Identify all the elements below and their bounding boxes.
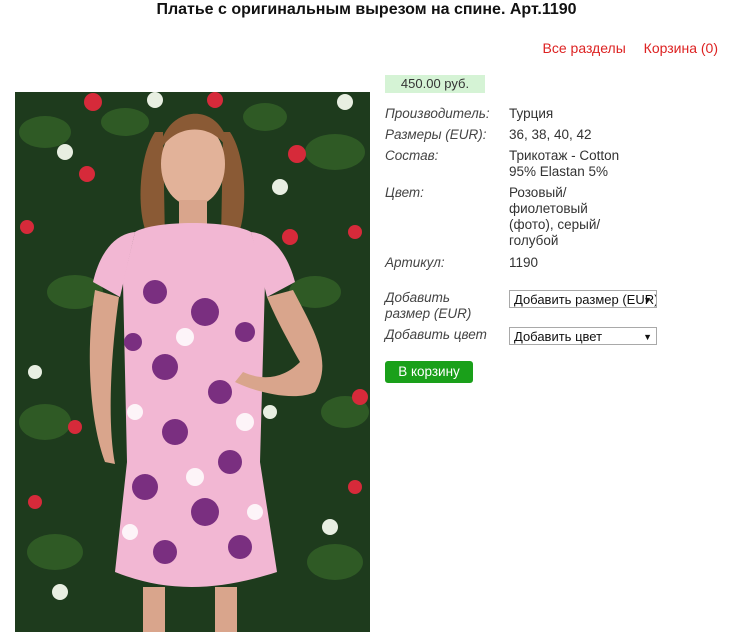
article-label: Артикул:	[385, 255, 445, 270]
manufacturer-value: Турция	[509, 106, 554, 121]
chevron-down-icon: ▼	[643, 332, 652, 342]
product-photo[interactable]	[15, 92, 370, 632]
price-badge: 450.00 руб.	[385, 75, 485, 93]
color-label: Цвет:	[385, 185, 424, 200]
size-select-value: Добавить размер (EUR)	[514, 292, 657, 307]
top-nav: Все разделы Корзина (0)	[529, 40, 718, 56]
color-select[interactable]: Добавить цвет ▼	[509, 327, 657, 345]
chevron-down-icon: ▼	[643, 295, 652, 305]
composition-label: Состав:	[385, 148, 439, 163]
manufacturer-label: Производитель:	[385, 106, 490, 121]
add-size-label: Добавить размер (EUR)	[385, 290, 472, 321]
sizes-label: Размеры (EUR):	[385, 127, 487, 142]
size-select[interactable]: Добавить размер (EUR) ▼	[509, 290, 657, 308]
color-select-value: Добавить цвет	[514, 329, 603, 344]
composition-value: Трикотаж - Cotton 95% Elastan 5%	[509, 148, 620, 179]
cart-link[interactable]: Корзина (0)	[644, 40, 718, 56]
add-to-cart-button[interactable]: В корзину	[385, 361, 473, 383]
all-sections-link[interactable]: Все разделы	[543, 40, 626, 56]
color-value: Розовый/ фиолетовый (фото), серый/ голуб…	[509, 185, 601, 248]
page-title: Платье с оригинальным вырезом на спине. …	[156, 1, 577, 18]
add-color-label: Добавить цвет	[385, 327, 487, 342]
sizes-value: 36, 38, 40, 42	[509, 127, 592, 142]
article-value: 1190	[509, 255, 539, 270]
